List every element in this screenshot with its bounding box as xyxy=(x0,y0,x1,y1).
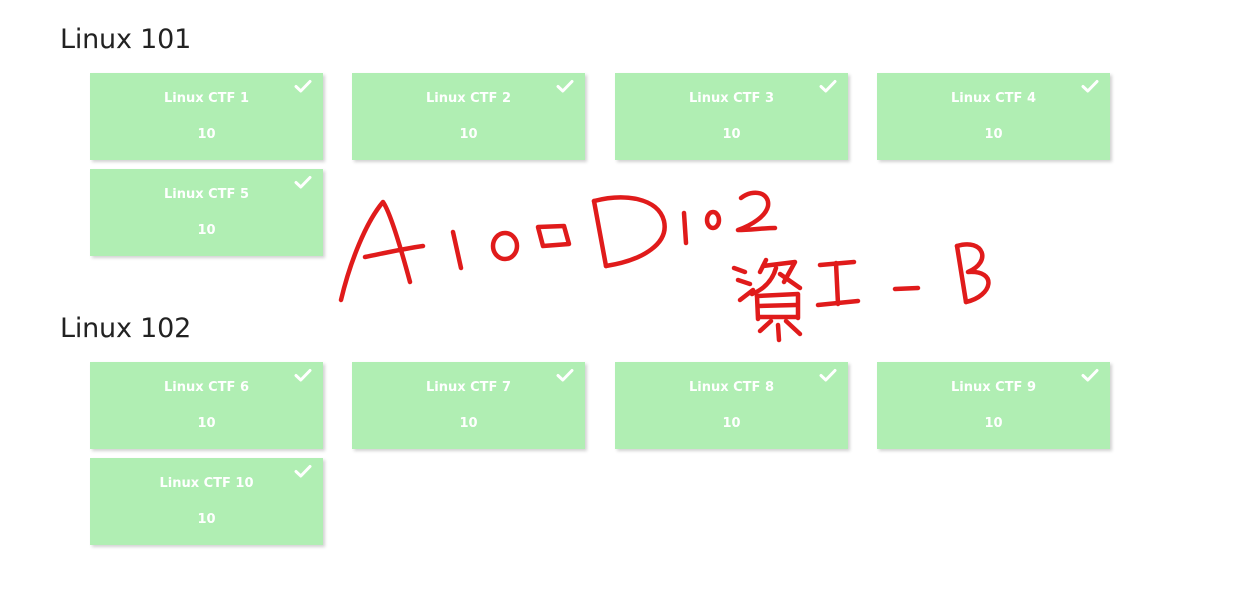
challenge-name: Linux CTF 9 xyxy=(950,380,1037,395)
challenge-value: 10 xyxy=(984,416,1003,431)
challenge-name: Linux CTF 10 xyxy=(159,476,254,491)
challenge-value: 10 xyxy=(722,416,741,431)
category-title: Linux 101 xyxy=(60,24,192,55)
challenge-tile[interactable]: Linux CTF 4 10 xyxy=(877,73,1110,160)
challenge-tile[interactable]: Linux CTF 10 10 xyxy=(90,458,323,545)
challenge-tile[interactable]: Linux CTF 3 10 xyxy=(615,73,848,160)
challenge-tile[interactable]: Linux CTF 9 10 xyxy=(877,362,1110,449)
challenge-tile[interactable]: Linux CTF 6 10 xyxy=(90,362,323,449)
challenge-board: Linux 101 Linux CTF 1 10 Linux CTF 2 10 … xyxy=(0,0,1249,601)
category-title: Linux 102 xyxy=(60,313,192,344)
challenge-name: Linux CTF 6 xyxy=(163,380,250,395)
challenge-name: Linux CTF 5 xyxy=(163,187,250,202)
challenge-name: Linux CTF 7 xyxy=(425,380,512,395)
challenge-value: 10 xyxy=(984,127,1003,142)
challenge-value: 10 xyxy=(722,127,741,142)
challenge-tile[interactable]: Linux CTF 1 10 xyxy=(90,73,323,160)
challenge-value: 10 xyxy=(197,223,216,238)
challenge-name: Linux CTF 1 xyxy=(163,91,250,106)
challenge-tile[interactable]: Linux CTF 7 10 xyxy=(352,362,585,449)
challenge-value: 10 xyxy=(197,127,216,142)
challenge-value: 10 xyxy=(459,127,478,142)
challenge-name: Linux CTF 3 xyxy=(688,91,775,106)
challenge-tile[interactable]: Linux CTF 2 10 xyxy=(352,73,585,160)
challenge-name: Linux CTF 2 xyxy=(425,91,512,106)
challenge-value: 10 xyxy=(197,416,216,431)
challenge-value: 10 xyxy=(459,416,478,431)
challenge-name: Linux CTF 8 xyxy=(688,380,775,395)
challenge-tile[interactable]: Linux CTF 8 10 xyxy=(615,362,848,449)
challenge-tile[interactable]: Linux CTF 5 10 xyxy=(90,169,323,256)
challenge-name: Linux CTF 4 xyxy=(950,91,1037,106)
challenge-value: 10 xyxy=(197,512,216,527)
